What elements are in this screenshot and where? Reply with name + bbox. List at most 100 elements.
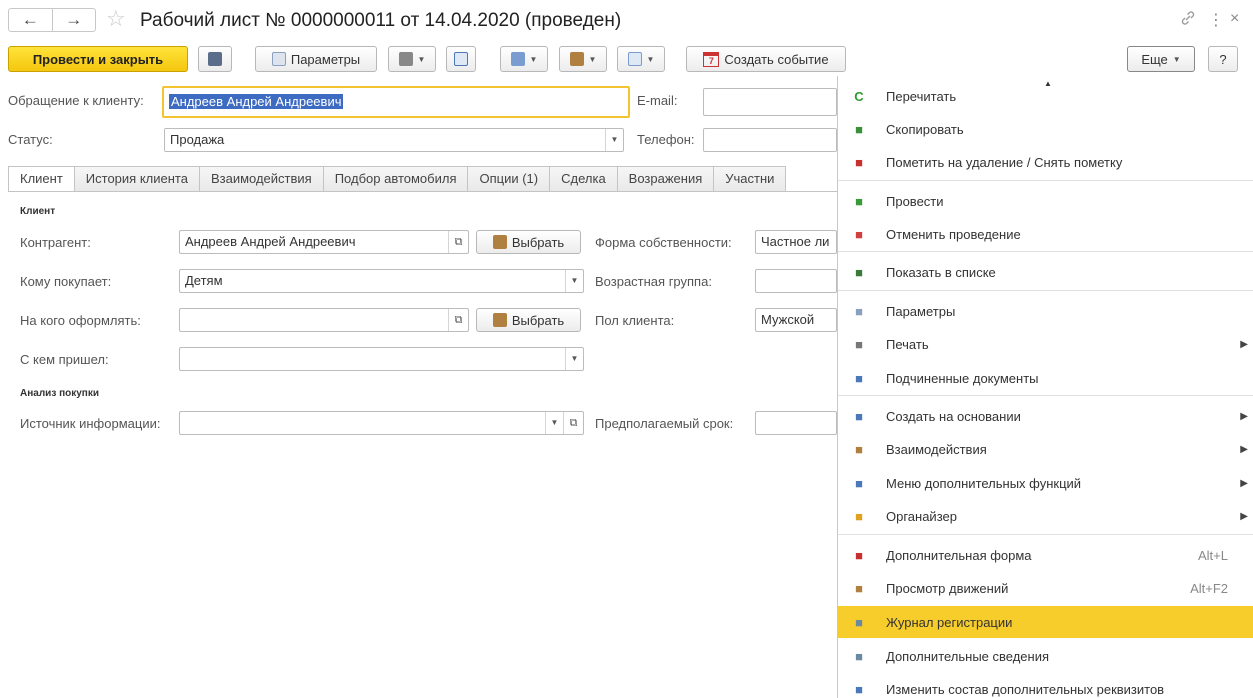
menu-item-extra-form[interactable]: ■ Дополнительная форма Alt+L	[838, 539, 1253, 571]
menu-item-edit-attributes[interactable]: ■ Изменить состав дополнительных реквизит…	[838, 673, 1253, 698]
menu-item-interactions[interactable]: ■ Взаимодействия ▶	[838, 433, 1253, 465]
close-icon[interactable]: ×	[1230, 10, 1239, 28]
menu-item-delete-mark[interactable]: ■ Пометить на удаление / Снять пометку	[838, 146, 1253, 178]
chevron-down-icon[interactable]: ▼	[565, 270, 583, 292]
params-button[interactable]: Параметры	[255, 46, 377, 72]
term-field[interactable]	[755, 411, 837, 435]
back-button[interactable]: ←	[9, 9, 52, 31]
phone-field[interactable]	[703, 128, 837, 152]
users-icon	[492, 235, 507, 249]
open-icon[interactable]: ⧉	[448, 231, 468, 253]
menu-item-copy[interactable]: ■ Скопировать	[838, 113, 1253, 145]
menu-item-create-based[interactable]: ■ Создать на основании ▶	[838, 400, 1253, 432]
menu-item-label: Провести	[886, 193, 944, 209]
menu-item-label: Подчиненные документы	[886, 370, 1039, 386]
menu-item-params[interactable]: ■ Параметры	[838, 295, 1253, 327]
gender-field[interactable]: Мужской	[755, 308, 837, 332]
tab-options[interactable]: Опции (1)	[468, 166, 551, 192]
came-with-field[interactable]: ▼	[179, 347, 584, 371]
buyer-for-field[interactable]: Детям ▼	[179, 269, 584, 293]
phone-label: Телефон:	[637, 132, 695, 147]
create-event-button[interactable]: 7 Создать событие	[686, 46, 846, 72]
submenu-arrow-icon: ▶	[1240, 338, 1248, 350]
chevron-down-icon: ▼	[646, 54, 655, 64]
age-group-field[interactable]	[755, 269, 837, 293]
chevron-down-icon[interactable]: ▼	[545, 412, 563, 434]
tab-interactions[interactable]: Взаимодействия	[199, 166, 324, 192]
link-icon[interactable]	[1180, 10, 1196, 31]
menu-separator	[838, 534, 1253, 535]
more-options-icon[interactable]: ⋮	[1208, 10, 1224, 30]
open-icon[interactable]: ⧉	[563, 412, 583, 434]
print-icon: ■	[855, 336, 863, 352]
tab-objections[interactable]: Возражения	[617, 166, 715, 192]
menu-separator	[838, 251, 1253, 252]
menu-item-print[interactable]: ■ Печать ▶	[838, 328, 1253, 360]
email-field[interactable]	[703, 88, 837, 116]
interactions-icon: ■	[855, 441, 863, 457]
came-with-label: С кем пришел:	[20, 352, 109, 367]
choose-register-to-button[interactable]: Выбрать	[476, 308, 581, 332]
register-to-field[interactable]: ⧉	[179, 308, 469, 332]
menu-item-extra-info[interactable]: ■ Дополнительные сведения	[838, 640, 1253, 672]
help-label: ?	[1219, 51, 1227, 67]
help-button[interactable]: ?	[1208, 46, 1238, 72]
menu-item-label: Просмотр движений	[886, 580, 1009, 596]
ownership-label: Форма собственности:	[595, 235, 732, 250]
organizer-icon: ■	[855, 508, 863, 524]
more-button[interactable]: Еще ▼	[1127, 46, 1195, 72]
back-arrow-icon: ←	[21, 10, 39, 29]
calendar-icon: 7	[703, 51, 720, 67]
create-based-button[interactable]: ▼	[500, 46, 548, 72]
chevron-down-icon[interactable]: ▼	[605, 129, 623, 151]
page-title: Рабочий лист № 0000000011 от 14.04.2020 …	[140, 10, 622, 31]
ownership-field[interactable]: Частное ли	[755, 230, 837, 254]
age-group-label: Возрастная группа:	[595, 274, 712, 289]
tab-participants[interactable]: Участни	[714, 166, 787, 192]
menu-item-label: Отменить проведение	[886, 226, 1021, 242]
email-label: E-mail:	[637, 93, 678, 108]
navigation-group: ← →	[8, 8, 96, 32]
subordinate-docs-button[interactable]	[446, 46, 476, 72]
tab-client-history[interactable]: История клиента	[74, 166, 200, 192]
client-field[interactable]: Андреев Андрей Андреевич	[162, 86, 630, 118]
interactions-button[interactable]: ▼	[559, 46, 607, 72]
source-field[interactable]: ▼ ⧉	[179, 411, 584, 435]
event-log-icon: ■	[855, 614, 863, 630]
post-and-close-label: Провести и закрыть	[32, 51, 164, 67]
status-field[interactable]: Продажа ▼	[164, 128, 624, 152]
menu-item-show-list[interactable]: ■ Показать в списке	[838, 256, 1253, 288]
submenu-arrow-icon: ▶	[1240, 510, 1248, 522]
save-button[interactable]	[198, 46, 232, 72]
subordinate-docs-icon: ■	[855, 370, 863, 386]
more-label: Еще	[1141, 51, 1168, 67]
favorite-star-icon[interactable]: ☆	[106, 7, 126, 31]
menu-item-subordinate-docs[interactable]: ■ Подчиненные документы	[838, 362, 1253, 394]
view-movements-icon: ■	[855, 580, 863, 596]
menu-item-event-log[interactable]: ■ Журнал регистрации	[838, 606, 1253, 638]
post-and-close-button[interactable]: Провести и закрыть	[8, 46, 188, 72]
extra-form-icon: ■	[855, 547, 863, 563]
print-button[interactable]: ▼	[388, 46, 436, 72]
choose-contractor-button[interactable]: Выбрать	[476, 230, 581, 254]
menu-item-refresh[interactable]: C Перечитать	[838, 80, 1253, 112]
print-icon	[398, 52, 413, 66]
extra-functions-button[interactable]: ▼	[617, 46, 665, 72]
submenu-arrow-icon: ▶	[1240, 477, 1248, 489]
params-label: Параметры	[290, 51, 361, 67]
menu-item-post[interactable]: ■ Провести	[838, 185, 1253, 217]
open-icon[interactable]: ⧉	[448, 309, 468, 331]
menu-item-extra-functions[interactable]: ■ Меню дополнительных функций ▶	[838, 467, 1253, 499]
tab-car-selection[interactable]: Подбор автомобиля	[323, 166, 469, 192]
gender-label: Пол клиента:	[595, 313, 675, 328]
menu-item-organizer[interactable]: ■ Органайзер ▶	[838, 500, 1253, 532]
tab-client[interactable]: Клиент	[8, 166, 75, 192]
contractor-field[interactable]: Андреев Андрей Андреевич ⧉	[179, 230, 469, 254]
menu-item-unpost[interactable]: ■ Отменить проведение	[838, 218, 1253, 250]
menu-item-view-movements[interactable]: ■ Просмотр движений Alt+F2	[838, 572, 1253, 604]
tab-deal[interactable]: Сделка	[550, 166, 618, 192]
menu-item-label: Печать	[886, 336, 929, 352]
chevron-down-icon[interactable]: ▼	[565, 348, 583, 370]
forward-button[interactable]: →	[51, 9, 96, 31]
users-icon	[492, 313, 507, 327]
